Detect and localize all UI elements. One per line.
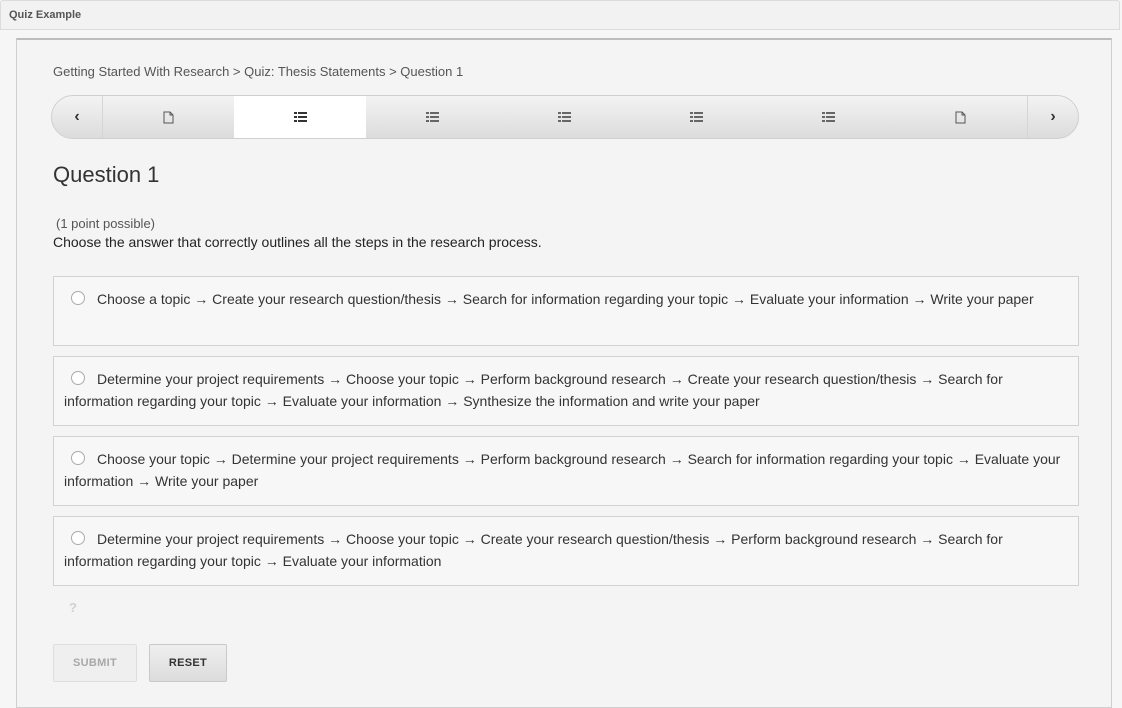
choice-text: Choose a topic → Create your research qu… — [97, 291, 1034, 307]
list-icon — [425, 112, 439, 122]
sequence-tab-5[interactable] — [630, 96, 762, 138]
question-title: Question 1 — [53, 162, 160, 187]
radio-button[interactable] — [71, 531, 85, 545]
document-icon — [163, 111, 173, 123]
submit-button[interactable]: SUBMIT — [53, 644, 137, 682]
next-unit-button[interactable]: › — [1027, 96, 1078, 138]
help-icon[interactable]: ? — [69, 600, 77, 615]
list-icon — [557, 112, 571, 122]
quiz-panel: Getting Started With Research > Quiz: Th… — [16, 38, 1112, 708]
sequence-tab-3[interactable] — [366, 96, 498, 138]
radio-button[interactable] — [71, 371, 85, 385]
sequence-tab-1[interactable] — [102, 96, 234, 138]
window-title: Quiz Example — [9, 9, 82, 21]
list-icon — [821, 112, 835, 122]
answer-choice[interactable]: Choose a topic → Create your research qu… — [53, 276, 1079, 346]
answer-choice[interactable]: Determine your project requirements → Ch… — [53, 516, 1079, 586]
previous-unit-button[interactable]: ‹ — [52, 96, 103, 138]
window-title-bar: Quiz Example — [0, 0, 1120, 30]
list-icon — [689, 112, 703, 122]
points-possible: (1 point possible) — [56, 216, 155, 231]
choice-text: Choose your topic → Determine your proje… — [64, 451, 1061, 489]
answer-choice[interactable]: Determine your project requirements → Ch… — [53, 356, 1079, 426]
document-icon — [955, 111, 965, 123]
sequence-tab-2[interactable] — [234, 96, 366, 138]
breadcrumb: Getting Started With Research > Quiz: Th… — [53, 64, 464, 79]
question-prompt: Choose the answer that correctly outline… — [53, 234, 542, 250]
choice-text: Determine your project requirements → Ch… — [64, 531, 1003, 569]
list-icon — [293, 112, 307, 122]
choice-text: Determine your project requirements → Ch… — [64, 371, 1003, 409]
radio-button[interactable] — [71, 291, 85, 305]
sequence-tab-6[interactable] — [762, 96, 894, 138]
reset-button[interactable]: RESET — [149, 644, 227, 682]
answer-choice[interactable]: Choose your topic → Determine your proje… — [53, 436, 1079, 506]
sequence-navigation: ‹ › — [51, 95, 1079, 139]
sequence-tab-7[interactable] — [894, 96, 1026, 138]
sequence-tab-4[interactable] — [498, 96, 630, 138]
radio-button[interactable] — [71, 451, 85, 465]
